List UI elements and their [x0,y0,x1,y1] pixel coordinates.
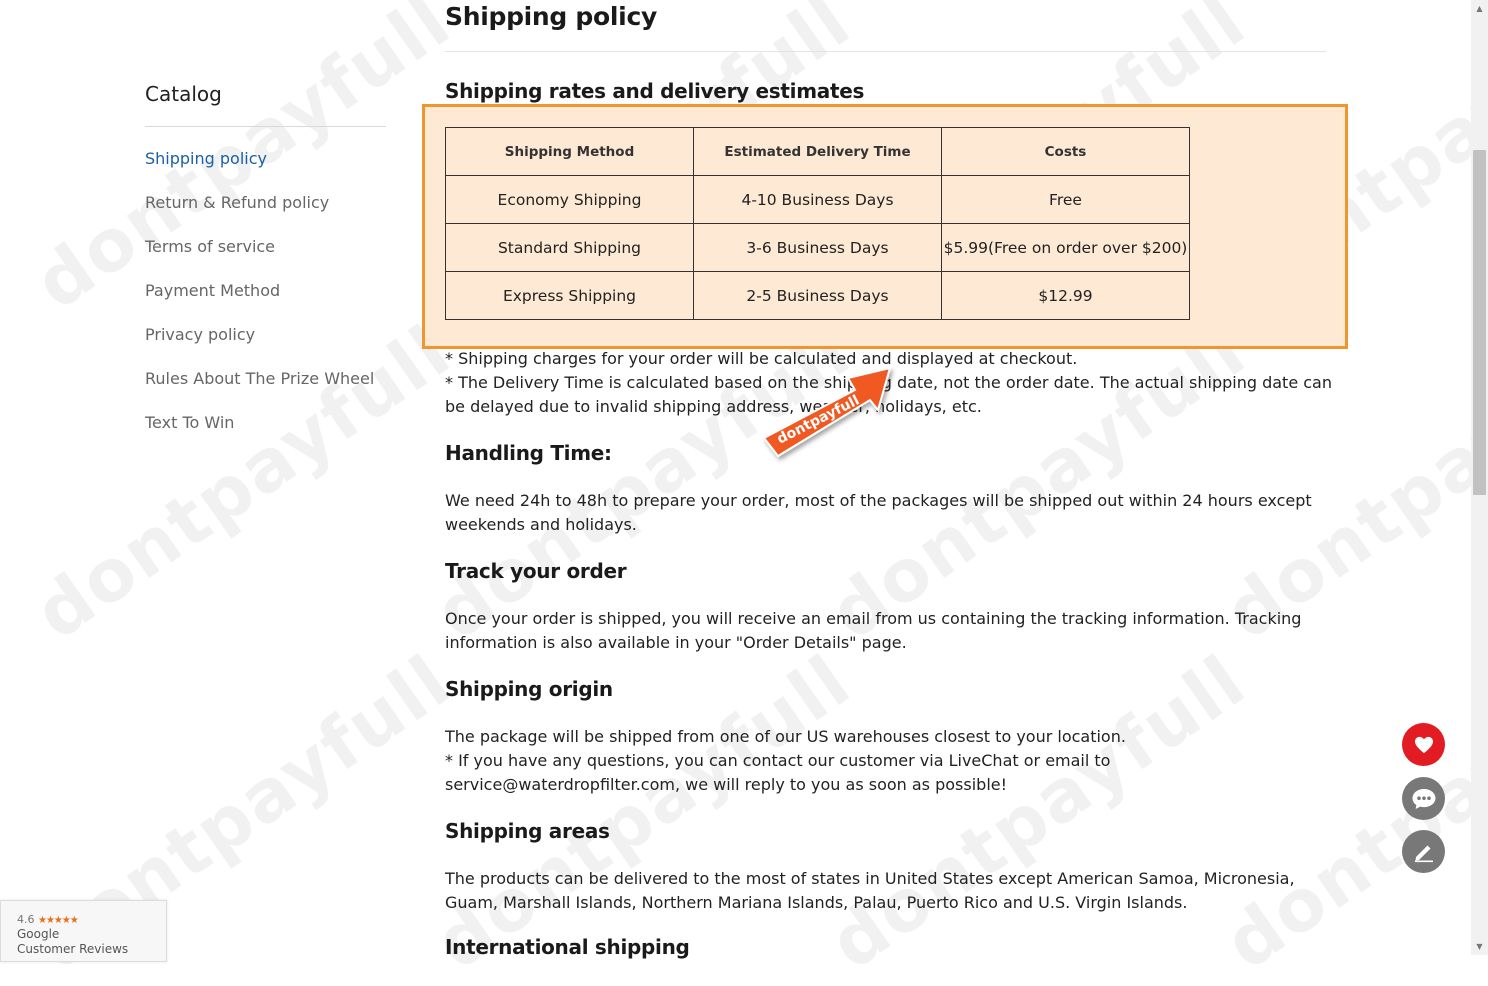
title-divider [445,51,1326,52]
table-cell: 2-5 Business Days [693,271,942,320]
contact-note: * If you have any questions, you can con… [445,751,1111,794]
scroll-up-arrow-icon[interactable]: ▲ [1471,0,1488,17]
star-rating-icon: ★★★★★ [38,915,79,926]
sidebar-item-shipping-policy[interactable]: Shipping policy [145,149,267,168]
table-cell: Standard Shipping [445,223,694,272]
origin-text: The package will be shipped from one of … [445,727,1126,746]
areas-heading: Shipping areas [445,819,610,843]
table-cell: $12.99 [941,271,1190,320]
scrollbar-thumb[interactable] [1473,150,1486,495]
origin-heading: Shipping origin [445,677,613,701]
track-text: Once your order is shipped, you will rec… [445,609,1302,652]
sticker-label: dontpayfull [775,392,863,447]
sidebar-item-return-refund-policy[interactable]: Return & Refund policy [145,193,329,212]
table-cell: Economy Shipping [445,175,694,224]
wishlist-button[interactable] [1402,723,1445,766]
shipping-rates-table: Shipping Method Estimated Delivery Time … [445,127,1190,320]
chat-icon [1412,788,1435,809]
heart-icon [1414,736,1433,753]
sidebar-item-payment-method[interactable]: Payment Method [145,281,280,300]
table-header-row: Shipping Method Estimated Delivery Time … [445,127,1190,176]
sidebar-item-prize-wheel-rules[interactable]: Rules About The Prize Wheel [145,369,374,388]
vertical-scrollbar[interactable]: ▲ ▼ [1471,0,1488,955]
google-rating: 4.6 ★★★★★ [17,913,79,926]
areas-text: The products can be delivered to the mos… [445,869,1295,912]
table-cell: Express Shipping [445,271,694,320]
watermark: dontpayfull [1209,638,1488,986]
international-heading: International shipping [445,935,690,959]
table-header-cell: Costs [941,127,1190,176]
handling-text: We need 24h to 48h to prepare your order… [445,491,1312,534]
table-cell: Free [941,175,1190,224]
customer-reviews-label: Customer Reviews [17,942,129,956]
catalog-title: Catalog [145,82,222,106]
rating-value: 4.6 [17,913,35,926]
feedback-button[interactable] [1402,830,1445,873]
table-cell: 4-10 Business Days [693,175,942,224]
sidebar-item-text-to-win[interactable]: Text To Win [145,413,234,432]
handling-heading: Handling Time: [445,441,612,465]
table-header-cell: Estimated Delivery Time [693,127,942,176]
chat-button[interactable] [1402,777,1445,820]
pencil-icon [1414,845,1433,862]
sidebar-item-privacy-policy[interactable]: Privacy policy [145,325,255,344]
page-title: Shipping policy [445,2,657,31]
sidebar-item-terms-of-service[interactable]: Terms of service [145,237,275,256]
watermark: dontpayfull [19,308,466,656]
catalog-divider [145,126,386,127]
table-row: Economy Shipping 4-10 Business Days Free [445,175,1190,224]
google-brand-label: Google [17,927,60,941]
table-row: Standard Shipping 3-6 Business Days $5.9… [445,223,1190,272]
watermark: dontpayfull [814,638,1261,986]
arrow-sticker-icon: dontpayfull [762,366,892,458]
table-header-cell: Shipping Method [445,127,694,176]
track-heading: Track your order [445,559,627,583]
table-row: Express Shipping 2-5 Business Days $12.9… [445,271,1190,320]
table-cell: $5.99(Free on order over $200) [941,223,1190,272]
table-cell: 3-6 Business Days [693,223,942,272]
rates-heading: Shipping rates and delivery estimates [445,79,865,103]
scroll-down-arrow-icon[interactable]: ▼ [1471,938,1488,955]
